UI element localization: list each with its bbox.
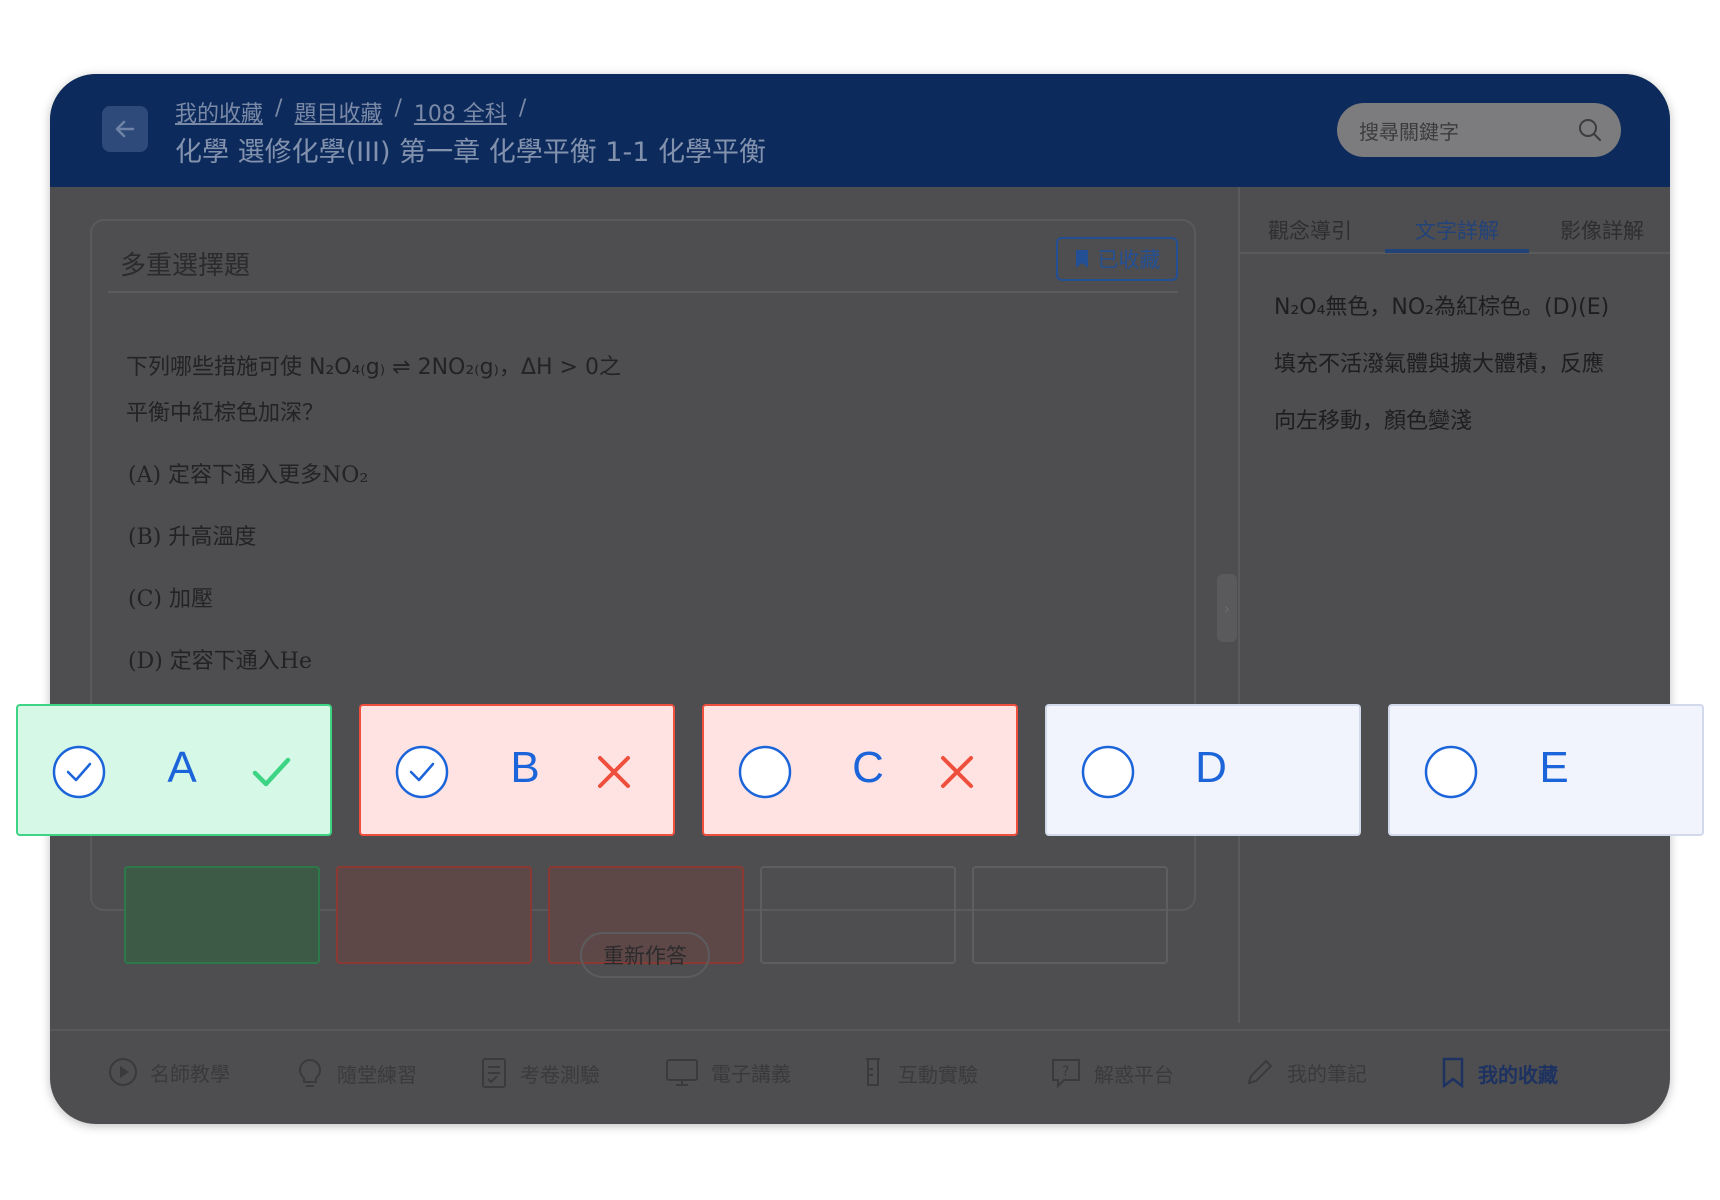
retry-button[interactable]: 重新作答 [580, 932, 710, 978]
favorited-button[interactable]: 已收藏 [1056, 237, 1178, 281]
correct-check-icon [252, 757, 291, 787]
breadcrumb-separator: / [394, 96, 402, 121]
tab-concept-guide[interactable]: 觀念導引 [1268, 215, 1352, 245]
question-line-1: 下列哪些措施可使 N₂O₄₍g₎ ⇌ 2NO₂₍g₎，ΔH > 0之 [126, 355, 621, 380]
breadcrumb-separator: / [275, 96, 283, 121]
nav-item-exams[interactable]: 考卷測驗 [480, 1057, 600, 1089]
wrong-cross-icon [598, 756, 630, 788]
exam-paper-icon [482, 1058, 506, 1088]
nav-item-my-notes[interactable]: 我的筆記 [1245, 1057, 1367, 1087]
empty-radio-icon [1081, 745, 1135, 799]
bottom-nav: 名師教學 隨堂練習 考卷測驗 電子講義 互動實驗 ? 解惑平台 我的筆記 我的收… [50, 1029, 1670, 1124]
search-icon[interactable] [1577, 117, 1603, 143]
bookmark-icon [1075, 250, 1088, 268]
top-header: 我的收藏 / 題目收藏 / 108 全科 / 化學 選修化學(III) 第一章 … [50, 74, 1670, 187]
search-input[interactable]: 搜尋關鍵字 [1337, 103, 1621, 157]
choice-letter: B [510, 743, 540, 792]
play-circle-icon [109, 1058, 137, 1086]
explanation-line: 填充不活潑氣體與擴大體積，反應 [1274, 352, 1605, 377]
question-text: 下列哪些措施可使 N₂O₄₍g₎ ⇌ 2NO₂₍g₎，ΔH > 0之 平衡中紅棕… [126, 345, 621, 437]
option-b-text: (B) 升高溫度 [128, 525, 257, 550]
checked-radio-icon [52, 745, 106, 799]
option-a-text: (A) 定容下通入更多NO₂ [128, 463, 369, 488]
page-title: 化學 選修化學(III) 第一章 化學平衡 1-1 化學平衡 [175, 137, 766, 168]
breadcrumb-separator: / [518, 96, 527, 121]
back-button[interactable] [102, 106, 148, 152]
answer-choice-d-dimmed [760, 866, 956, 964]
nav-label: 互動實驗 [898, 1062, 978, 1087]
nav-item-my-favorites[interactable]: 我的收藏 [1440, 1057, 1558, 1089]
lightbulb-icon [299, 1058, 321, 1087]
answer-choice-d[interactable]: D [1045, 704, 1361, 836]
tab-text-explanation[interactable]: 文字詳解 [1415, 215, 1499, 245]
question-type-label: 多重選擇題 [120, 251, 251, 281]
choice-letter: E [1539, 743, 1569, 792]
explanation-tabs: 觀念導引 文字詳解 影像詳解 [1240, 187, 1670, 254]
nav-item-qa-platform[interactable]: ? 解惑平台 [1050, 1057, 1174, 1089]
answer-choice-a-dimmed [124, 866, 320, 964]
breadcrumb-link-favorites[interactable]: 我的收藏 [175, 96, 263, 128]
monitor-icon [666, 1059, 698, 1086]
breadcrumb-link-subject[interactable]: 108 全科 [414, 96, 507, 128]
answer-choice-b[interactable]: B [359, 704, 675, 836]
question-line-2: 平衡中紅棕色加深？ [126, 401, 325, 426]
choice-letter: C [852, 743, 884, 792]
nav-label: 考卷測驗 [520, 1062, 600, 1087]
nav-label: 隨堂練習 [337, 1062, 417, 1087]
explanation-text: N₂O₄無色，NO₂為紅棕色。(D)(E) 填充不活潑氣體與擴大體積，反應 向左… [1274, 279, 1654, 450]
panel-toggle-handle[interactable]: › [1217, 574, 1237, 642]
pencil-icon [1247, 1059, 1273, 1085]
breadcrumb: 我的收藏 / 題目收藏 / 108 全科 / [175, 96, 526, 128]
answer-choice-e[interactable]: E [1388, 704, 1704, 836]
nav-label: 我的收藏 [1478, 1062, 1558, 1087]
empty-radio-icon [1424, 745, 1478, 799]
option-c-text: (C) 加壓 [128, 587, 213, 612]
tab-video-explanation[interactable]: 影像詳解 [1560, 215, 1644, 245]
nav-label: 電子講義 [711, 1061, 791, 1086]
active-tab-indicator [1385, 249, 1529, 253]
answer-choice-a[interactable]: A [16, 704, 332, 836]
answer-choice-b-dimmed [336, 866, 532, 964]
divider [108, 291, 1178, 293]
answer-choice-e-dimmed [972, 866, 1168, 964]
nav-item-interactive-lab[interactable]: 互動實驗 [860, 1057, 978, 1089]
search-placeholder: 搜尋關鍵字 [1359, 119, 1459, 144]
chevron-right-icon: › [1223, 598, 1231, 618]
choice-letter: D [1195, 743, 1227, 792]
nav-label: 名師教學 [150, 1061, 230, 1086]
svg-text:?: ? [1062, 1064, 1069, 1080]
empty-radio-icon [738, 745, 792, 799]
nav-label: 我的筆記 [1287, 1061, 1367, 1086]
nav-item-teacher-lessons[interactable]: 名師教學 [108, 1057, 230, 1087]
explanation-line: N₂O₄無色，NO₂為紅棕色。(D)(E) [1274, 295, 1610, 320]
beaker-icon [866, 1058, 880, 1086]
favorited-label: 已收藏 [1097, 248, 1161, 272]
choice-letter: A [167, 743, 197, 792]
answer-choice-c[interactable]: C [702, 704, 1018, 836]
explanation-line: 向左移動，顏色變淺 [1274, 409, 1473, 434]
bookmark-icon [1442, 1057, 1464, 1089]
checked-radio-icon [395, 745, 449, 799]
nav-label: 解惑平台 [1094, 1062, 1174, 1087]
nav-item-practice[interactable]: 隨堂練習 [295, 1057, 417, 1089]
nav-item-ebooks[interactable]: 電子講義 [665, 1057, 791, 1087]
question-bubble-icon: ? [1052, 1059, 1080, 1089]
explanation-panel: 觀念導引 文字詳解 影像詳解 N₂O₄無色，NO₂為紅棕色。(D)(E) 填充不… [1238, 187, 1670, 1023]
app-window: 我的收藏 / 題目收藏 / 108 全科 / 化學 選修化學(III) 第一章 … [50, 74, 1670, 1124]
breadcrumb-link-question-favorites[interactable]: 題目收藏 [294, 96, 382, 128]
wrong-cross-icon [941, 756, 973, 788]
arrow-left-icon [115, 120, 135, 138]
option-d-text: (D) 定容下通入He [128, 649, 313, 674]
